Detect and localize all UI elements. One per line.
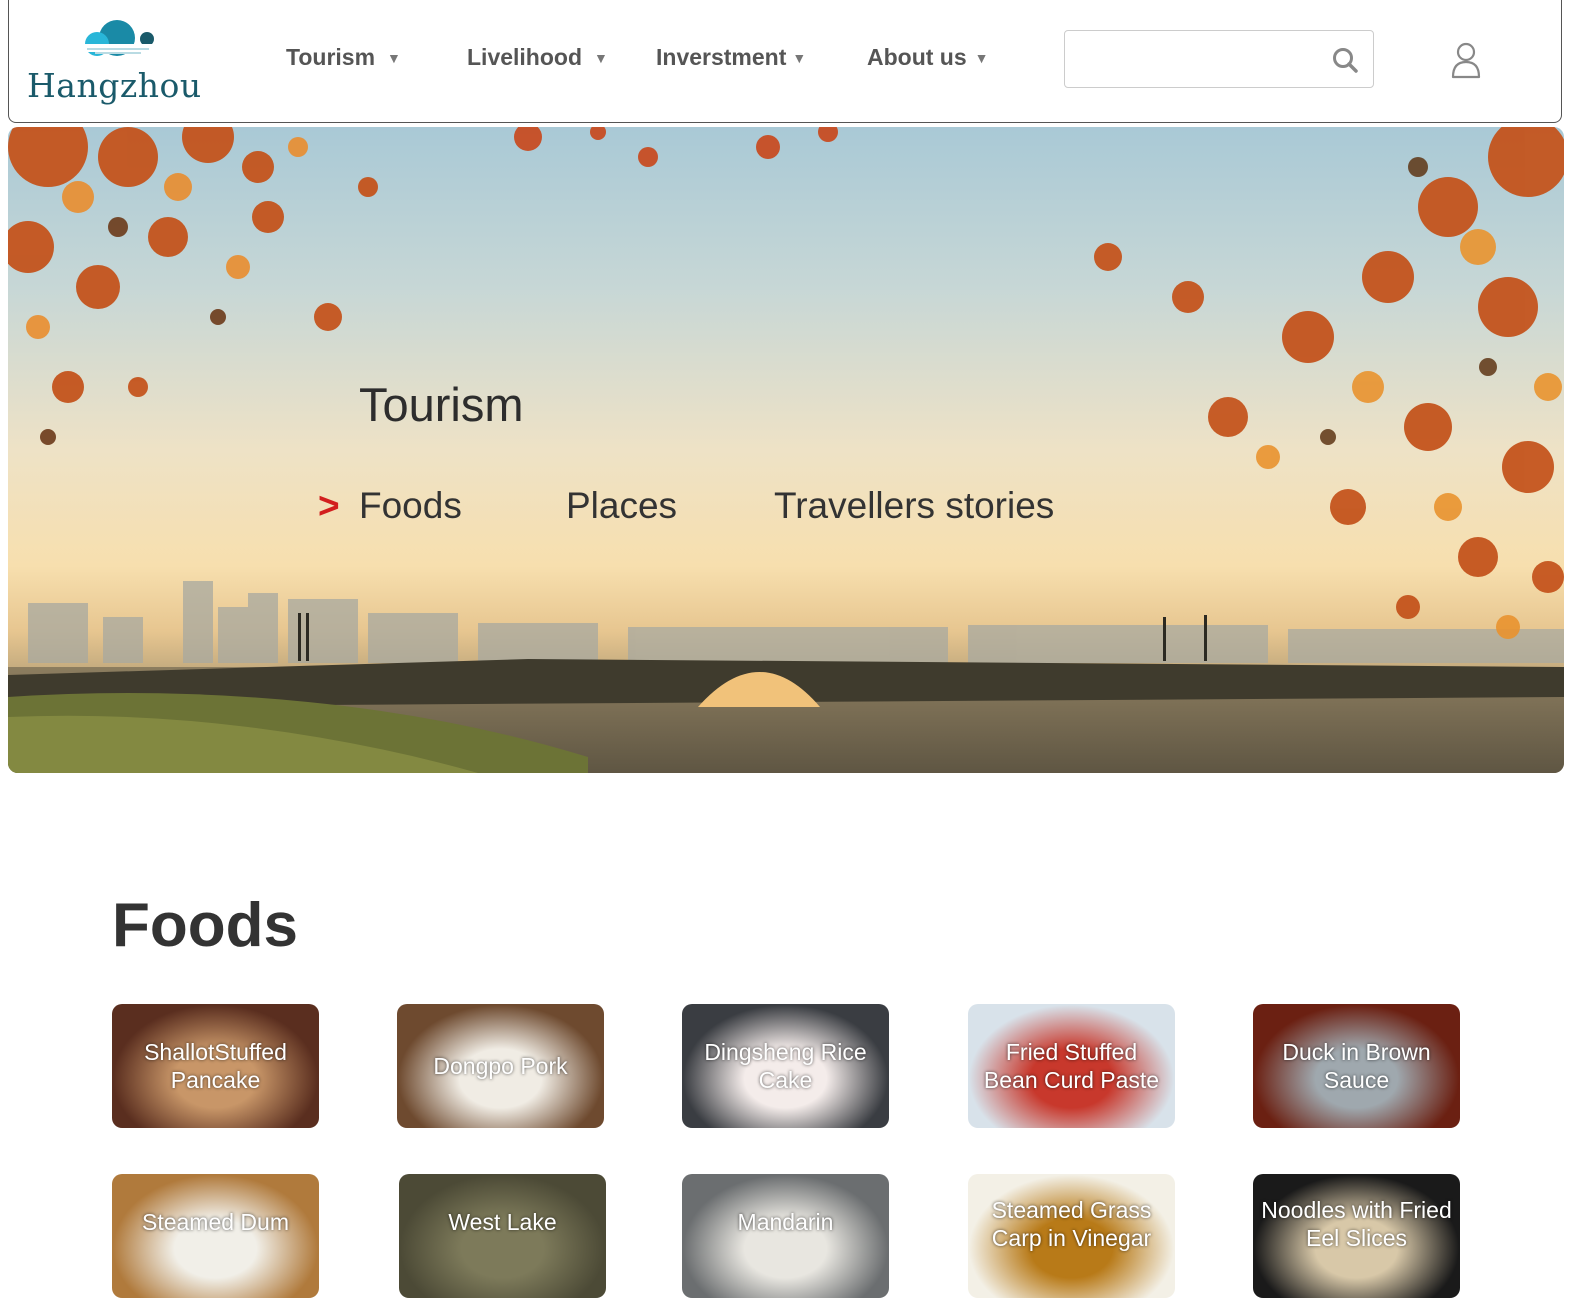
tab-places[interactable]: Places [566,485,677,527]
chevron-down-icon: ▼ [792,49,807,66]
logo-text: Hangzhou [27,66,202,105]
food-card-label: Steamed Grass Carp in Vinegar [991,1197,1152,1251]
food-card[interactable]: Mandarin [682,1174,889,1298]
food-card-label: Noodles with Fried Eel Slices [1261,1197,1452,1251]
food-card-label: West Lake [448,1209,557,1235]
hero-landscape-image [8,127,1564,773]
search-icon[interactable] [1331,46,1359,74]
food-card[interactable]: Steamed Dum [112,1174,319,1298]
food-card-label: Duck in Brown Sauce [1282,1039,1431,1093]
site-logo[interactable]: Hangzhou [27,14,217,109]
food-card[interactable]: West Lake [399,1174,606,1298]
top-navbar: Hangzhou Tourism ▼ Livelihood ▼ Inverstm… [8,0,1562,123]
food-card-label: Dingsheng Rice Cake [704,1039,867,1093]
nav-livelihood[interactable]: Livelihood ▼ [467,44,608,71]
food-card-label: ShallotStuffed Pancake [144,1039,287,1093]
food-card[interactable]: Dongpo Pork [397,1004,604,1128]
food-card[interactable]: Fried Stuffed Bean Curd Paste [968,1004,1175,1128]
foods-section-title: Foods [112,891,298,960]
nav-tourism-label: Tourism [286,44,376,70]
food-card[interactable]: Steamed Grass Carp in Vinegar [968,1174,1175,1298]
hero-banner: Tourism > Foods Places Travellers storie… [8,127,1564,773]
search-input[interactable] [1075,41,1329,79]
food-card-label: Mandarin [737,1209,834,1235]
nav-livelihood-label: Livelihood [467,44,582,70]
nav-about-us[interactable]: About us ▼ [867,44,989,71]
food-card-label: Dongpo Pork [433,1053,568,1079]
chevron-down-icon: ▼ [387,49,401,66]
food-card-label: Fried Stuffed Bean Curd Paste [983,1039,1160,1093]
logo-mark-icon [73,20,165,56]
active-tab-arrow-icon: > [318,485,340,526]
tab-travellers-stories[interactable]: Travellers stories [774,485,1054,527]
search-box [1064,30,1374,88]
hero-title: Tourism [359,378,524,431]
food-card[interactable]: Noodles with Fried Eel Slices [1253,1174,1460,1298]
chevron-down-icon: ▼ [594,49,608,66]
food-card[interactable]: Duck in Brown Sauce [1253,1004,1460,1128]
food-card[interactable]: Dingsheng Rice Cake [682,1004,889,1128]
user-account-icon[interactable] [1449,40,1483,80]
food-card[interactable]: ShallotStuffed Pancake [112,1004,319,1128]
nav-tourism[interactable]: Tourism ▼ [286,44,401,71]
nav-investment[interactable]: Inverstment ▼ [656,44,806,71]
tab-foods[interactable]: Foods [359,485,462,527]
nav-investment-label: Inverstment [656,44,787,70]
food-card-label: Steamed Dum [141,1209,289,1235]
nav-about-us-label: About us [867,44,967,70]
chevron-down-icon: ▼ [974,49,989,66]
